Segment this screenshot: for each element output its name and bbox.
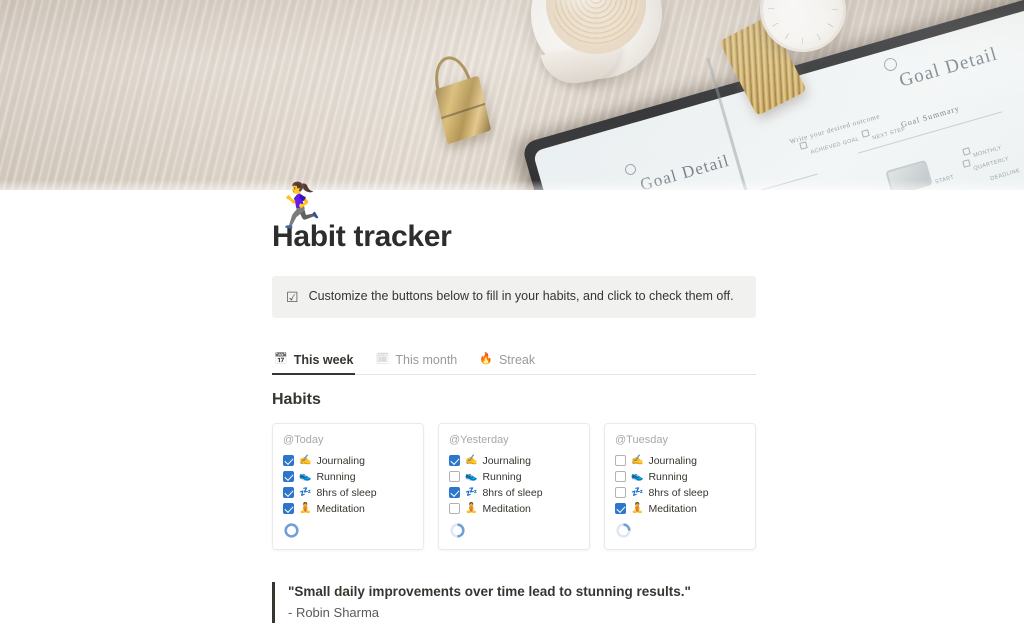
habit-progress-ring	[616, 522, 631, 538]
checked-box-icon: ☑	[286, 288, 299, 305]
habit-card-title: @Yesterday	[449, 433, 509, 446]
tab-this-month[interactable]: 🗓 This month	[373, 350, 459, 374]
habit-label: Running	[482, 470, 522, 483]
cover-bottom-fade	[0, 180, 1024, 190]
callout-block: ☑ Customize the buttons below to fill in…	[272, 276, 756, 318]
meditation-emoji: 🧘	[465, 502, 478, 514]
cover-lighting-overlay	[0, 0, 1024, 190]
habit-progress-ring	[284, 522, 299, 538]
writing-hand-emoji: ✍️	[299, 454, 312, 466]
habit-card: @Today ✍️ Journaling 👟 Running 💤 8hrs of…	[272, 422, 424, 550]
habit-checkbox[interactable]	[283, 471, 294, 482]
habit-label: 8hrs of sleep	[316, 486, 377, 499]
calendar-month-icon: 🗓	[375, 353, 390, 365]
tab-streak-label: Streak	[498, 352, 536, 367]
running-person-emoji[interactable]: 🏃‍♀️	[272, 185, 327, 229]
habit-row[interactable]: ✍️ Journaling	[449, 453, 579, 469]
habit-row[interactable]: ✍️ Journaling	[283, 453, 413, 469]
habit-row[interactable]: 👟 Running	[283, 469, 413, 485]
habit-checkbox[interactable]	[283, 487, 294, 498]
running-shoe-emoji: 👟	[631, 470, 644, 482]
habit-cards-container: @Today ✍️ Journaling 👟 Running 💤 8hrs of…	[272, 422, 756, 550]
habit-label: Running	[648, 470, 688, 483]
view-tabs: 📅 This week 🗓 This month 🔥 Streak	[272, 350, 756, 375]
habit-checkbox[interactable]	[615, 503, 626, 514]
habit-row[interactable]: 💤 8hrs of sleep	[283, 485, 413, 501]
meditation-emoji: 🧘	[299, 502, 312, 514]
tab-this-week[interactable]: 📅 This week	[272, 350, 356, 375]
habit-checkbox[interactable]	[449, 503, 460, 514]
tab-this-week-label: This week	[293, 352, 354, 367]
habit-card: @Yesterday ✍️ Journaling 👟 Running 💤 8hr…	[438, 422, 590, 550]
fire-icon: 🔥	[479, 353, 493, 365]
habit-label: Journaling	[482, 454, 531, 467]
page-cover-image: Goal Detail Goal Detail Goal Summary Wri…	[0, 0, 1024, 190]
habit-checkbox[interactable]	[283, 503, 294, 514]
habit-row[interactable]: 🧘 Meditation	[449, 501, 579, 517]
sleep-zzz-emoji: 💤	[299, 486, 312, 498]
page-title: Habit tracker	[272, 220, 452, 253]
habit-checkbox[interactable]	[449, 471, 460, 482]
habit-label: Meditation	[316, 502, 365, 515]
habit-checkbox[interactable]	[615, 471, 626, 482]
habit-checkbox[interactable]	[615, 455, 626, 466]
calendar-week-icon: 📅	[274, 353, 288, 365]
page-content: 🏃‍♀️ Habit tracker ☑ Customize the butto…	[0, 185, 1024, 623]
tab-this-month-label: This month	[395, 352, 458, 367]
section-title-habits: Habits	[272, 390, 321, 408]
habit-label: Journaling	[648, 454, 697, 467]
quote-author: - Robin Sharma	[288, 605, 380, 621]
running-shoe-emoji: 👟	[465, 470, 478, 482]
habit-progress-ring-wrap	[283, 522, 413, 538]
habit-checkbox[interactable]	[449, 455, 460, 466]
habit-tracker-page: Goal Detail Goal Detail Goal Summary Wri…	[0, 0, 1024, 639]
habit-label: 8hrs of sleep	[648, 486, 709, 499]
habit-card: @Tuesday ✍️ Journaling 👟 Running 💤 8hrs …	[604, 422, 756, 550]
writing-hand-emoji: ✍️	[465, 454, 478, 466]
habit-label: Meditation	[482, 502, 531, 515]
habit-row[interactable]: 🧘 Meditation	[283, 501, 413, 517]
running-shoe-emoji: 👟	[299, 470, 312, 482]
habit-checkbox[interactable]	[615, 487, 626, 498]
habit-progress-ring-wrap	[615, 522, 745, 538]
callout-text: Customize the buttons below to fill in y…	[308, 289, 734, 303]
habit-row[interactable]: 💤 8hrs of sleep	[449, 485, 579, 501]
habit-card-title: @Tuesday	[615, 433, 668, 446]
habit-label: Meditation	[648, 502, 697, 515]
habit-label: Journaling	[316, 454, 365, 467]
habit-checkbox[interactable]	[283, 455, 294, 466]
tab-streak[interactable]: 🔥 Streak	[477, 350, 537, 374]
habit-row[interactable]: ✍️ Journaling	[615, 453, 745, 469]
habit-row[interactable]: 👟 Running	[449, 469, 579, 485]
sleep-zzz-emoji: 💤	[465, 486, 478, 498]
habit-card-title: @Today	[283, 433, 324, 446]
habit-row[interactable]: 👟 Running	[615, 469, 745, 485]
quote-block: "Small daily improvements over time lead…	[272, 581, 756, 623]
habit-row[interactable]: 💤 8hrs of sleep	[615, 485, 745, 501]
habit-checkbox[interactable]	[449, 487, 460, 498]
writing-hand-emoji: ✍️	[631, 454, 644, 466]
habit-label: 8hrs of sleep	[482, 486, 543, 499]
habit-progress-ring-wrap	[449, 522, 579, 538]
habit-progress-ring	[450, 522, 465, 538]
meditation-emoji: 🧘	[631, 502, 644, 514]
habit-row[interactable]: 🧘 Meditation	[615, 501, 745, 517]
quote-text: "Small daily improvements over time lead…	[288, 583, 691, 599]
sleep-zzz-emoji: 💤	[631, 486, 644, 498]
habit-label: Running	[316, 470, 356, 483]
